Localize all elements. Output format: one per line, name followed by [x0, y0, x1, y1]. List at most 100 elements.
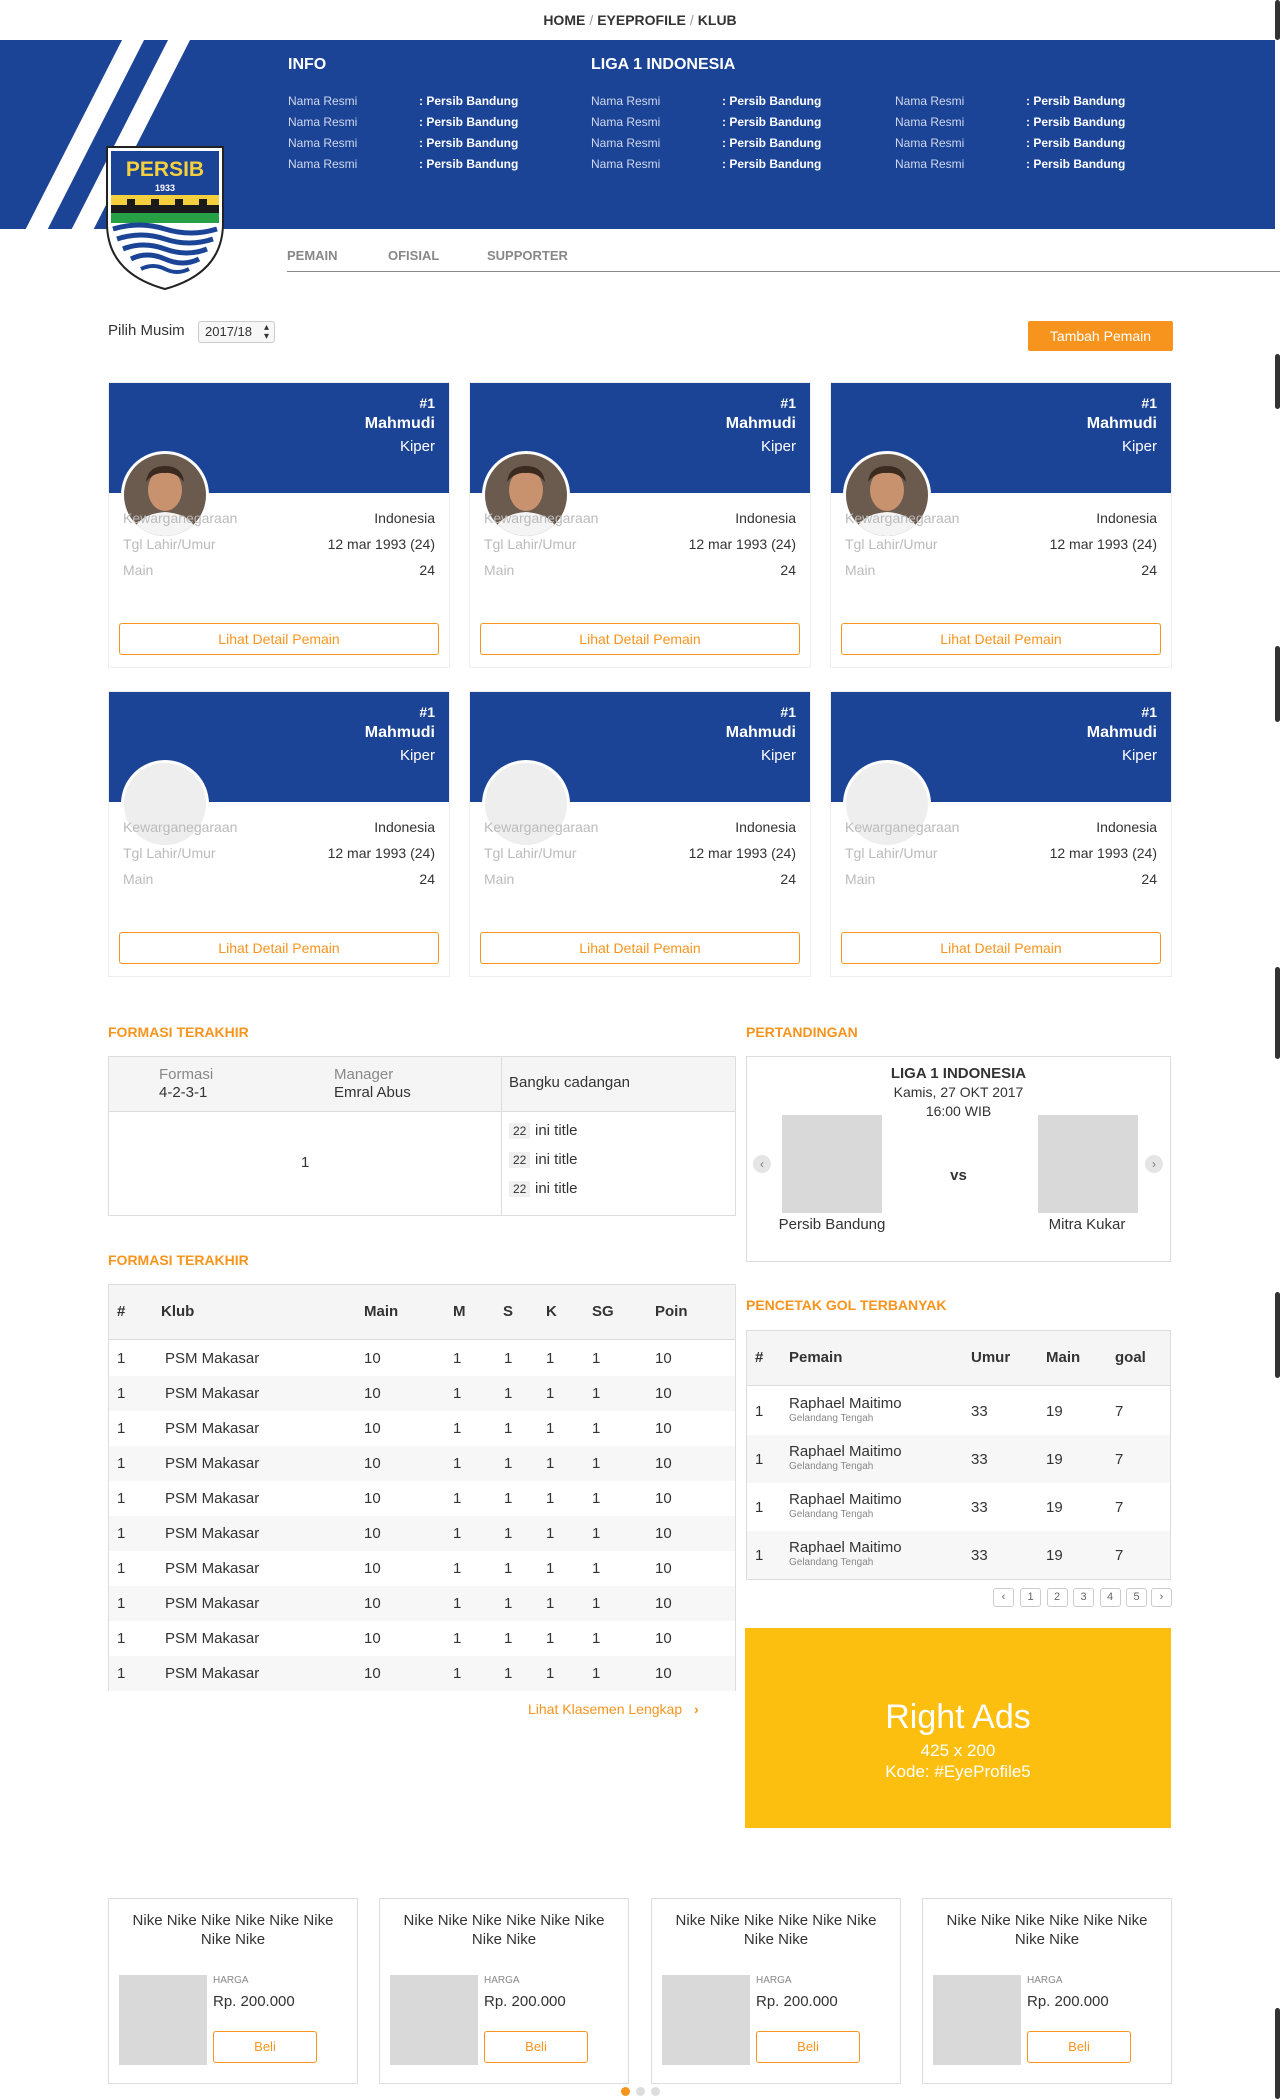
tab-supporter[interactable]: SUPPORTER	[487, 248, 568, 263]
carousel-dot[interactable]	[651, 2087, 660, 2096]
table-row[interactable]: 1 PSM Makasar 10 1 1 1 1 10	[109, 1481, 735, 1516]
scorer-age: 33	[971, 1403, 988, 1420]
buy-button[interactable]: Beli	[484, 2031, 588, 2063]
standings-cell: 1	[117, 1490, 126, 1507]
player-stat-label: Kewarganegaraan	[123, 510, 238, 526]
page-button[interactable]: 4	[1099, 1588, 1121, 1607]
product-title: Nike Nike Nike Nike Nike Nike Nike Nike	[946, 1912, 1148, 1948]
right-ads[interactable]: Right Ads 425 x 200 Kode: #EyeProfile5	[745, 1628, 1171, 1828]
breadcrumb-klub[interactable]: KLUB	[698, 12, 737, 28]
standings-cell: PSM Makasar	[165, 1490, 260, 1507]
table-row[interactable]: 1 Raphael Maitimo Gelandang Tengah 33 19 7	[747, 1387, 1170, 1435]
standings-cell: 1	[117, 1385, 126, 1402]
scrollbar-thumb[interactable]	[1275, 1292, 1280, 1378]
player-detail-button[interactable]: Lihat Detail Pemain	[841, 932, 1161, 964]
buy-button[interactable]: Beli	[213, 2031, 317, 2063]
scorer-rank: 1	[755, 1403, 764, 1420]
standings-cell: 1	[592, 1350, 601, 1367]
breadcrumb-home[interactable]: HOME	[543, 12, 585, 28]
bench-label: Bangku cadangan	[509, 1074, 630, 1091]
player-detail-button[interactable]: Lihat Detail Pemain	[119, 623, 439, 655]
scrollbar-thumb[interactable]	[1275, 354, 1280, 409]
carousel-dot-active[interactable]	[621, 2087, 630, 2096]
scorer-name: Raphael Maitimo	[789, 1539, 902, 1556]
standings-cell: 10	[364, 1630, 381, 1647]
scorer-name: Raphael Maitimo	[789, 1395, 902, 1412]
player-stat-label: Kewarganegaraan	[484, 819, 599, 835]
page-button[interactable]: 3	[1073, 1588, 1094, 1607]
scorer-role: Gelandang Tengah	[789, 1509, 874, 1520]
player-stat-value: 12 mar 1993 (24)	[1049, 536, 1157, 552]
table-row[interactable]: 1 PSM Makasar 10 1 1 1 1 10	[109, 1586, 735, 1621]
player-stat-row: Tgl Lahir/Umur 12 mar 1993 (24)	[484, 536, 796, 552]
player-detail-button[interactable]: Lihat Detail Pemain	[841, 623, 1161, 655]
chevron-left-icon[interactable]: ‹	[753, 1155, 771, 1173]
table-row[interactable]: 1 PSM Makasar 10 1 1 1 1 10	[109, 1411, 735, 1446]
player-detail-button[interactable]: Lihat Detail Pemain	[119, 932, 439, 964]
tab-ofisial[interactable]: OFISIAL	[388, 248, 439, 263]
chevron-left-icon[interactable]: ‹	[993, 1588, 1014, 1607]
info-value: : Persib Bandung	[1026, 94, 1126, 108]
table-row[interactable]: 1 PSM Makasar 10 1 1 1 1 10	[109, 1376, 735, 1411]
player-detail-button[interactable]: Lihat Detail Pemain	[480, 932, 800, 964]
scorer-played: 19	[1046, 1547, 1063, 1564]
scorer-age: 33	[971, 1547, 988, 1564]
product-image	[933, 1975, 1021, 2065]
table-row[interactable]: 1 PSM Makasar 10 1 1 1 1 10	[109, 1551, 735, 1586]
standings-cell: 1	[504, 1560, 513, 1577]
page-button[interactable]: 2	[1046, 1588, 1068, 1607]
standings-cell: 1	[117, 1455, 126, 1472]
player-stat-row: Main 24	[484, 871, 796, 887]
page-button[interactable]: 1	[1020, 1588, 1041, 1607]
player-stat-row: Tgl Lahir/Umur 12 mar 1993 (24)	[123, 845, 435, 861]
product-card: Nike Nike Nike Nike Nike Nike Nike Nike H…	[108, 1898, 358, 2084]
chevron-right-icon[interactable]: ›	[1145, 1155, 1163, 1173]
table-row[interactable]: 1 Raphael Maitimo Gelandang Tengah 33 19 7	[747, 1531, 1170, 1579]
full-standings-link[interactable]: Lihat Klasemen Lengkap ›	[528, 1701, 699, 1717]
scrollbar-thumb[interactable]	[1275, 2008, 1280, 2099]
standings-cell: 10	[655, 1630, 672, 1647]
standings-cell: 1	[504, 1455, 513, 1472]
standings-cell: 10	[655, 1455, 672, 1472]
scorers-header-cell: Pemain	[789, 1349, 843, 1366]
standings-cell: 1	[117, 1350, 126, 1367]
player-card: #1 Mahmudi Kiper Kewarganegaraan Indonesia Tg…	[469, 691, 811, 977]
table-row[interactable]: 1 PSM Makasar 10 1 1 1 1 10	[109, 1446, 735, 1481]
tab-pemain[interactable]: PEMAIN	[287, 248, 338, 263]
scorers-header-cell: goal	[1115, 1349, 1146, 1366]
standings-cell: 1	[453, 1420, 462, 1437]
table-row[interactable]: 1 PSM Makasar 10 1 1 1 1 10	[109, 1516, 735, 1551]
price-label: HARGA	[213, 1975, 249, 1986]
scrollbar-thumb[interactable]	[1275, 646, 1280, 722]
player-stat-value: 24	[419, 562, 435, 578]
player-stat-label: Tgl Lahir/Umur	[845, 536, 938, 552]
page-button[interactable]: 5	[1126, 1588, 1147, 1607]
ads-title: Right Ads	[885, 1698, 1031, 1736]
top-scorers-table: # Pemain Umur Main goal 1 Raphael Maitimo Gela…	[746, 1330, 1171, 1580]
scrollbar-thumb[interactable]	[1275, 0, 1280, 40]
scrollbar-thumb[interactable]	[1275, 967, 1280, 1059]
carousel-dot[interactable]	[636, 2087, 645, 2096]
table-row[interactable]: 1 PSM Makasar 10 1 1 1 1 10	[109, 1341, 735, 1376]
product-price: Rp. 200.000	[213, 1993, 295, 2010]
player-stat-value: 24	[1141, 871, 1157, 887]
product-price: Rp. 200.000	[1027, 1993, 1109, 2010]
player-name: Mahmudi	[1086, 415, 1157, 432]
standings-cell: 1	[546, 1560, 555, 1577]
chevron-right-icon[interactable]: ›	[1151, 1588, 1172, 1607]
buy-button[interactable]: Beli	[756, 2031, 860, 2063]
breadcrumb-eyeprofile[interactable]: EYEPROFILE	[597, 12, 686, 28]
buy-button[interactable]: Beli	[1027, 2031, 1131, 2063]
standings-cell: 10	[655, 1385, 672, 1402]
player-detail-button[interactable]: Lihat Detail Pemain	[480, 623, 800, 655]
updown-arrows-icon: ▴ ▾	[263, 322, 269, 342]
top-scorers-title: PENCETAK GOL TERBANYAK	[746, 1297, 947, 1313]
player-stat-row: Main 24	[845, 562, 1157, 578]
table-row[interactable]: 1 PSM Makasar 10 1 1 1 1 10	[109, 1621, 735, 1656]
table-row[interactable]: 1 PSM Makasar 10 1 1 1 1 10	[109, 1656, 735, 1691]
formation-title: FORMASI TERAKHIR	[108, 1024, 249, 1040]
table-row[interactable]: 1 Raphael Maitimo Gelandang Tengah 33 19 7	[747, 1435, 1170, 1483]
add-player-button[interactable]: Tambah Pemain	[1028, 321, 1173, 351]
season-select[interactable]: 2017/18 ▴ ▾	[198, 321, 275, 343]
table-row[interactable]: 1 Raphael Maitimo Gelandang Tengah 33 19 7	[747, 1483, 1170, 1531]
